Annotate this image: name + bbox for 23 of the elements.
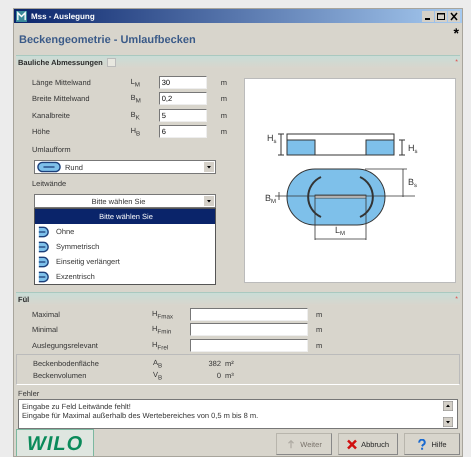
scroll-up-icon[interactable] [443, 401, 453, 411]
page-heading: Beckengeometrie - Umlaufbecken [19, 34, 196, 46]
window-title: Mss - Auslegung [31, 12, 96, 20]
minimize-icon[interactable] [422, 10, 434, 22]
shape-icon [37, 270, 50, 282]
shape-icon [37, 256, 50, 268]
close-icon[interactable] [448, 10, 460, 22]
basin-drawing: H$_{s}$ H$_{s}$ B$_{s}$ B$_{M}$ L$_{M}$ [265, 133, 418, 240]
maximize-icon[interactable] [435, 10, 447, 22]
caret-icon [204, 196, 214, 206]
shape-icon [37, 226, 50, 238]
cross-icon [347, 438, 358, 450]
caret-icon [204, 162, 214, 172]
app-icon [16, 10, 27, 22]
question-icon [417, 438, 428, 450]
arrow-icon [286, 438, 296, 450]
input-field[interactable] [190, 323, 308, 336]
required-mark: * [454, 27, 459, 39]
input-field[interactable] [190, 308, 308, 322]
scroll-down-icon[interactable] [443, 417, 453, 427]
input-field[interactable] [190, 338, 308, 352]
shape-icon [37, 240, 50, 252]
logo: WILO [16, 429, 94, 456]
